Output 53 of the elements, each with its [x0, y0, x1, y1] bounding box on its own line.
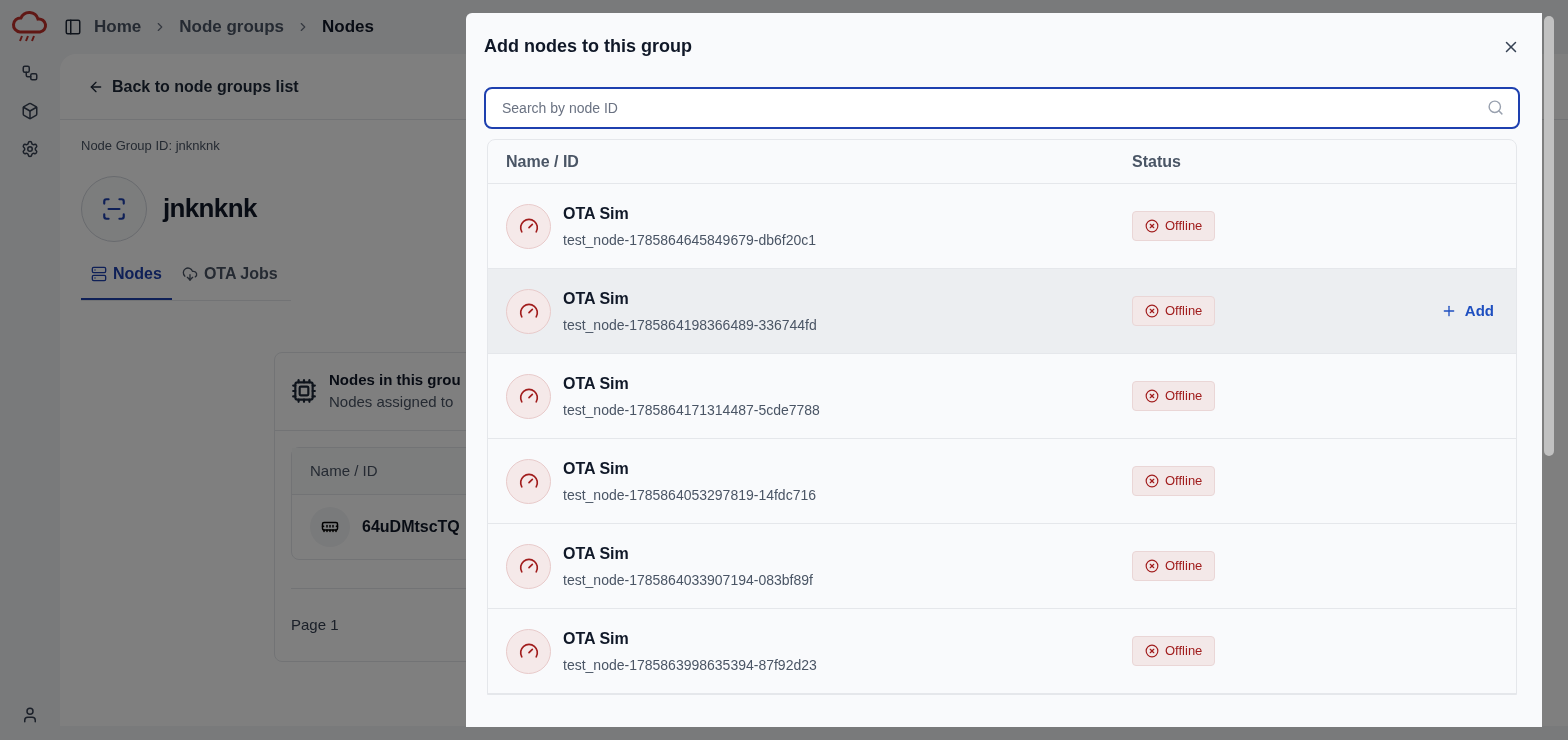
node-avatar — [310, 507, 350, 547]
node-avatar — [506, 458, 551, 504]
column-header: Name / ID — [505, 151, 580, 172]
node-avatar — [506, 203, 551, 249]
status-badge: Offline — [1132, 211, 1216, 241]
status-badge: Offline — [1132, 466, 1216, 496]
card-title: Nodes in this grou — [329, 369, 461, 390]
sidebar-toggle-icon[interactable] — [64, 18, 82, 36]
breadcrumb-link[interactable]: Nodes — [322, 14, 375, 40]
settings-icon[interactable] — [21, 140, 39, 158]
node-id: test_node-1785864033907194-083bf89f — [563, 570, 813, 590]
box-icon[interactable] — [21, 102, 39, 120]
cloud-logo-icon — [10, 8, 50, 44]
search-field[interactable]: Search by node ID — [484, 87, 1520, 129]
node-id: test_node-1785863998635394-87f92d23 — [563, 655, 817, 675]
chip-icon — [291, 378, 317, 404]
node-avatar — [506, 373, 551, 419]
node-name: OTA Sim — [563, 458, 630, 479]
node-avatar — [506, 543, 551, 589]
group-id-text: Node Group ID: jnknknk — [81, 137, 221, 155]
node-id: 64uDMtscTQ — [362, 517, 460, 537]
breadcrumb-link[interactable]: Home — [94, 14, 142, 40]
node-name: OTA Sim — [563, 373, 630, 394]
user-icon[interactable] — [21, 706, 39, 724]
node-id: test_node-1785864645849679-db6f20c1 — [563, 230, 816, 250]
card-subtitle: Nodes assigned to — [329, 392, 455, 412]
node-name: OTA Sim — [563, 628, 630, 649]
node-id: test_node-1785864198366489-336744fd — [563, 315, 817, 335]
scrollbar[interactable] — [1544, 16, 1554, 456]
search-icon — [1487, 99, 1504, 116]
node-id: test_node-1785864171314487-5cde7788 — [563, 400, 820, 420]
group-name: jnknknk — [163, 192, 257, 225]
breadcrumb-link[interactable]: Node groups — [179, 14, 285, 40]
column-header: Status — [1132, 151, 1181, 172]
cloud-download-icon — [181, 265, 198, 282]
status-badge: Offline — [1132, 296, 1216, 326]
server-icon — [91, 265, 107, 282]
node-avatar — [506, 288, 551, 334]
dialog-title: Add nodes to this group — [484, 35, 692, 58]
status-badge: Offline — [1132, 551, 1216, 581]
tab[interactable]: Nodes — [81, 261, 172, 300]
tab[interactable]: OTA Jobs — [171, 261, 288, 300]
node-name: OTA Sim — [563, 203, 630, 224]
page-indicator: Page 1 — [291, 616, 339, 633]
node-name: OTA Sim — [563, 543, 630, 564]
back-link[interactable]: Back to node groups list — [88, 74, 299, 99]
status-badge: Offline — [1132, 381, 1216, 411]
add-button[interactable]: Add — [1440, 299, 1494, 323]
workflow-icon[interactable] — [21, 64, 39, 82]
node-avatar — [506, 628, 551, 674]
node-name: OTA Sim — [563, 288, 630, 309]
status-badge: Offline — [1132, 636, 1216, 666]
node-row[interactable]: OTA Sim test_node-1785864198366489-336744fd Offline Add — [488, 269, 1516, 354]
